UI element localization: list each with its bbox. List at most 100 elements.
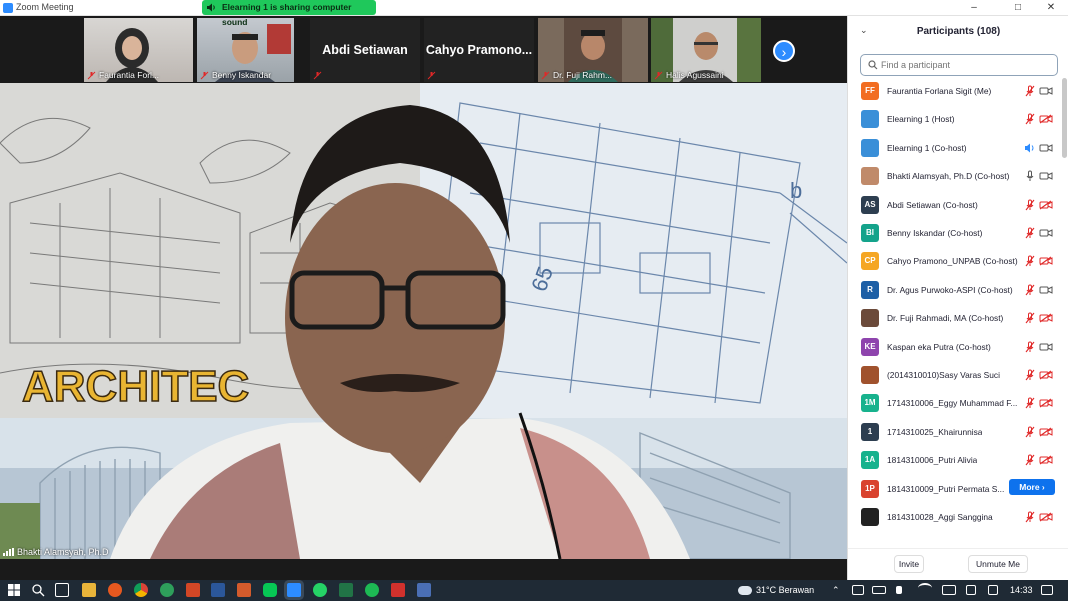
chrome-icon[interactable] xyxy=(134,583,148,597)
mic-muted-icon xyxy=(200,71,209,80)
participant-name: 1714310006_Eggy Muhammad F... xyxy=(887,398,1018,409)
whatsapp-icon[interactable] xyxy=(313,583,327,597)
avatar: BI xyxy=(861,224,879,242)
keyboard-icon[interactable] xyxy=(966,585,976,595)
participant-row[interactable]: Elearning 1 (Co-host) xyxy=(848,135,1062,163)
maximize-button[interactable]: □ xyxy=(1004,1,1032,15)
svg-text:b: b xyxy=(790,178,802,203)
mic-muted-icon xyxy=(1025,312,1035,324)
mic-muted-icon xyxy=(313,71,322,80)
participant-row[interactable]: AS Abdi Setiawan (Co-host) xyxy=(848,192,1062,220)
app-icon[interactable] xyxy=(391,583,405,597)
display-icon[interactable] xyxy=(988,585,998,595)
weather-text[interactable]: 31°C Berawan xyxy=(756,585,814,595)
spotify-icon[interactable] xyxy=(365,583,379,597)
edge-icon[interactable] xyxy=(160,583,174,597)
notifications-icon[interactable] xyxy=(1041,585,1053,595)
avatar: 1P xyxy=(861,479,879,498)
list-scrollbar[interactable] xyxy=(1062,78,1067,158)
avatar: CP xyxy=(861,252,879,271)
task-view-icon[interactable] xyxy=(55,583,69,597)
participant-name: (2014310010)Sasy Varas Suci xyxy=(887,370,1000,380)
participant-row[interactable]: 1 1714310025_Khairunnisa xyxy=(848,419,1062,447)
zoom-taskbar-icon[interactable] xyxy=(287,583,301,597)
tray-chevron-icon[interactable]: ⌃ xyxy=(832,585,840,596)
participant-row[interactable]: (2014310010)Sasy Varas Suci xyxy=(848,362,1062,390)
next-page-button[interactable]: › xyxy=(773,40,795,62)
video-thumbnail[interactable]: Abdi Setiawan xyxy=(310,18,420,82)
speaker-name: Bhakti Alamsyah, Ph.D xyxy=(17,547,109,557)
minimize-button[interactable]: – xyxy=(960,1,988,15)
windows-start-icon[interactable] xyxy=(7,583,21,597)
video-thumbnail[interactable]: Halis Agussaini xyxy=(651,18,761,82)
participant-row[interactable]: 1M 1714310006_Eggy Muhammad F... xyxy=(848,390,1062,418)
video-on-icon xyxy=(1039,229,1053,237)
mic-muted-icon xyxy=(1025,227,1035,239)
volume-icon[interactable] xyxy=(896,586,902,594)
powerpoint-icon[interactable] xyxy=(186,583,200,597)
avatar: KE xyxy=(861,337,879,356)
thumbnail-name: Cahyo Pramono... xyxy=(425,43,533,57)
participant-name: 1814310006_Putri Alivia xyxy=(887,455,978,466)
participant-name: Bhakti Alamsyah, Ph.D (Co-host) xyxy=(887,171,1010,182)
app-icon[interactable] xyxy=(237,583,251,597)
zoom-logo-icon xyxy=(3,3,13,13)
active-speaker-video: 65 b ARCHITEC Bhakti Alamsyah, Ph.D xyxy=(0,83,847,559)
video-off-icon xyxy=(1039,200,1053,210)
cloud-sync-icon[interactable] xyxy=(942,585,956,595)
mic-muted-icon xyxy=(1025,511,1035,523)
participant-search-box[interactable] xyxy=(860,54,1058,76)
participant-name: Dr. Agus Purwoko-ASPI (Co-host) xyxy=(887,284,1013,295)
participant-name: Cahyo Pramono_UNPAB (Co-host) xyxy=(887,256,1018,267)
participant-name: Elearning 1 (Host) xyxy=(887,114,955,125)
video-thumbnail[interactable]: Dr. Fuji Rahm... xyxy=(538,18,648,82)
participant-row[interactable]: 1814310028_Aggi Sanggina xyxy=(848,504,1062,532)
mic-muted-icon xyxy=(1025,255,1035,267)
network-icon[interactable] xyxy=(852,585,864,595)
video-off-icon xyxy=(1039,512,1053,522)
firefox-icon[interactable] xyxy=(108,583,122,597)
participant-row[interactable]: 1P 1814310009_Putri Permata S... More › xyxy=(848,476,1062,504)
mic-muted-icon xyxy=(541,71,550,80)
participant-row[interactable]: BI Benny Iskandar (Co-host) xyxy=(848,220,1062,248)
participant-row[interactable]: CP Cahyo Pramono_UNPAB (Co-host) xyxy=(848,248,1062,276)
line-icon[interactable] xyxy=(263,583,277,597)
mic-muted-icon xyxy=(1025,284,1035,296)
avatar xyxy=(861,309,879,328)
weather-cloud-icon xyxy=(738,586,752,595)
panel-footer: Invite Unmute Me xyxy=(848,548,1068,580)
video-on-icon xyxy=(1039,285,1053,294)
excel-icon[interactable] xyxy=(339,583,353,597)
wifi-icon[interactable] xyxy=(918,583,932,593)
file-explorer-icon[interactable] xyxy=(82,583,96,597)
video-on-icon xyxy=(1039,342,1053,351)
participant-row[interactable]: KE Kaspan eka Putra (Co-host) xyxy=(848,334,1062,362)
participant-row[interactable]: R Dr. Agus Purwoko-ASPI (Co-host) xyxy=(848,277,1062,305)
video-off-icon xyxy=(1039,427,1053,437)
clock-time[interactable]: 14:33 xyxy=(1010,585,1033,595)
participant-row[interactable]: 1A 1814310006_Putri Alivia xyxy=(848,447,1062,475)
participant-row[interactable]: FF Faurantia Forlana Sigit (Me) xyxy=(848,78,1062,106)
search-icon[interactable] xyxy=(31,583,45,597)
app-icon[interactable] xyxy=(417,583,431,597)
video-thumbnail[interactable]: Faurantia Forl... xyxy=(84,18,193,82)
battery-icon[interactable] xyxy=(872,586,886,594)
close-button[interactable]: ✕ xyxy=(1037,1,1065,15)
unmute-me-button[interactable]: Unmute Me xyxy=(968,555,1028,573)
participant-row[interactable]: Dr. Fuji Rahmadi, MA (Co-host) xyxy=(848,305,1062,333)
video-thumbnail[interactable]: Cahyo Pramono... xyxy=(424,18,534,82)
avatar: R xyxy=(861,280,879,299)
video-off-icon xyxy=(1039,313,1053,323)
thumbnail-name: Faurantia Forl... xyxy=(99,70,159,80)
invite-button[interactable]: Invite xyxy=(894,555,924,573)
avatar xyxy=(861,508,879,526)
participant-row[interactable]: Elearning 1 (Host) xyxy=(848,106,1062,134)
video-off-icon xyxy=(1039,114,1053,124)
participant-name: Dr. Fuji Rahmadi, MA (Co-host) xyxy=(887,313,1004,324)
more-button[interactable]: More › xyxy=(1009,478,1055,495)
window-title: Zoom Meeting xyxy=(16,2,74,12)
word-icon[interactable] xyxy=(211,583,225,597)
search-input[interactable] xyxy=(881,57,1051,73)
participant-name: Abdi Setiawan (Co-host) xyxy=(887,199,978,210)
participant-row[interactable]: Bhakti Alamsyah, Ph.D (Co-host) xyxy=(848,163,1062,191)
